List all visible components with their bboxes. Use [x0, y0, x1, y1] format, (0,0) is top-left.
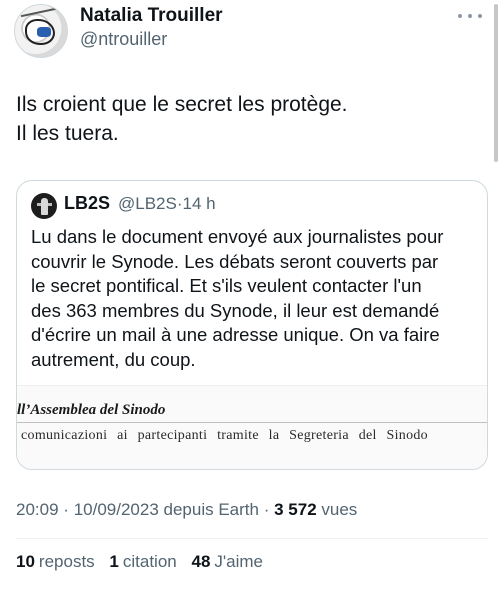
tweet-time[interactable]: 20:09: [16, 500, 59, 519]
figure-icon: [41, 198, 48, 215]
quoted-document-image[interactable]: ll’Assemblea del Sinodo comunicazioni ai…: [17, 385, 487, 469]
scrollbar[interactable]: [494, 4, 498, 162]
quoted-author-meta: @LB2S·14 h: [118, 194, 216, 214]
author-avatar[interactable]: [14, 4, 68, 58]
document-line: comunicazioni ai partecipanti tramite la…: [21, 428, 428, 443]
tweet-source: depuis Earth: [163, 500, 259, 519]
dot-separator: ·: [63, 500, 69, 519]
tweet-text-line: Il les tuera.: [16, 122, 119, 145]
quoted-tweet-card[interactable]: LB2S @LB2S·14 h Lu dans le document envo…: [16, 180, 488, 470]
quoted-tweet-text: Lu dans le document envoyé aux journalis…: [31, 225, 483, 373]
quoted-text-line: des 363 membres du Synode, il leur est d…: [31, 299, 440, 321]
quoted-tweet-time[interactable]: 14 h: [183, 194, 216, 213]
reposts-count: 10: [16, 552, 35, 571]
divider: [16, 538, 488, 539]
quotes-label: citation: [122, 552, 177, 571]
more-dot-icon: [468, 14, 472, 18]
dot-separator: ·: [263, 500, 270, 519]
author-handle[interactable]: @ntrouiller: [80, 29, 167, 50]
avatar-drawing-detail: [37, 27, 51, 37]
quoted-text-line: autrement, du coup.: [31, 348, 196, 370]
quoted-text-line: couvrir le Synode. Les débats seront cou…: [31, 250, 439, 272]
quoted-author-handle[interactable]: @LB2S: [118, 194, 177, 213]
quoted-text-line: le secret pontifical. Et s'ils veulent c…: [31, 275, 422, 297]
tweet-date[interactable]: 10/09/2023: [74, 500, 159, 519]
quoted-author-avatar[interactable]: [31, 193, 57, 219]
likes-count: 48: [191, 552, 211, 571]
quoted-text-line: d'écrire un mail à une adresse unique. O…: [31, 324, 440, 346]
views-count: 3 572: [274, 500, 317, 519]
likes-label: J'aime: [214, 552, 263, 571]
document-heading: ll’Assemblea del Sinodo: [17, 402, 166, 418]
tweet-text: Ils croient que le secret les protège. I…: [16, 90, 476, 148]
reposts-label: reposts: [38, 552, 95, 571]
reposts-stat[interactable]: 10 reposts: [16, 552, 95, 571]
more-options-button[interactable]: [458, 8, 482, 24]
more-dot-icon: [458, 14, 462, 18]
views-label: vues: [321, 500, 358, 519]
engagement-stats: 10 reposts 1 citation 48 J'aime: [16, 552, 273, 572]
likes-stat[interactable]: 48 J'aime: [191, 552, 263, 571]
tweet-meta: 20:09 · 10/09/2023 depuis Earth · 3 572 …: [16, 500, 357, 520]
author-display-name[interactable]: Natalia Trouiller: [80, 5, 223, 27]
tweet-text-line: Ils croient que le secret les protège.: [16, 93, 348, 116]
more-dot-icon: [478, 14, 482, 18]
quotes-stat[interactable]: 1 citation: [109, 552, 176, 571]
quotes-count: 1: [109, 552, 119, 571]
quoted-author-name[interactable]: LB2S: [64, 193, 110, 214]
quoted-text-line: Lu dans le document envoyé aux journalis…: [31, 226, 444, 247]
document-rule: [17, 422, 487, 423]
